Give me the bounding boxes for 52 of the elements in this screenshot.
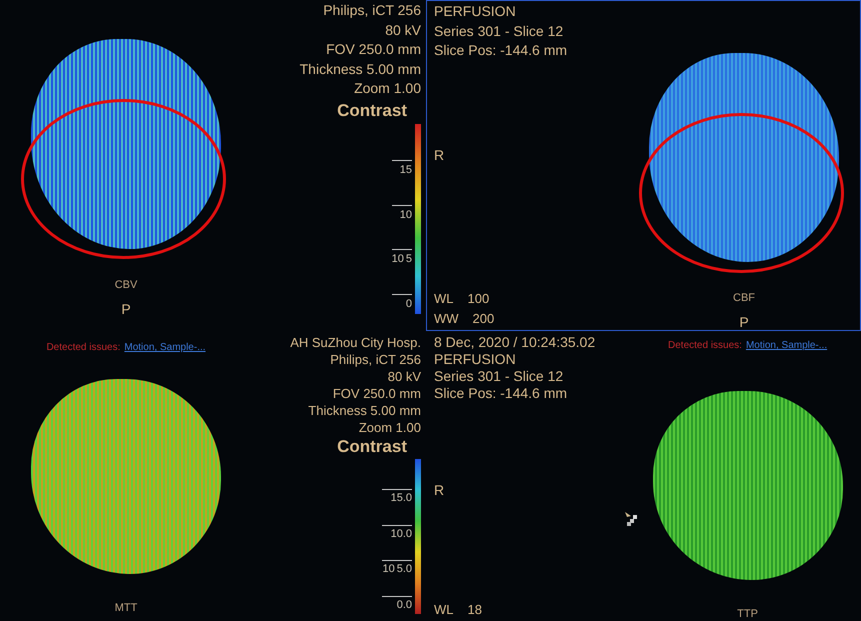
orientation-marker: P: [739, 314, 749, 330]
map-label: MTT: [114, 602, 138, 614]
map-label: TTP: [737, 608, 758, 620]
scale-label: 5.0: [396, 562, 412, 578]
window-value: 100: [468, 290, 490, 308]
orientation-marker: R: [434, 482, 446, 499]
info-text: Thickness 5.00 mm: [308, 402, 421, 419]
info-text: PERFUSION: [434, 2, 517, 21]
window-value: 18: [468, 601, 482, 618]
issues-label: Detected issues:: [668, 340, 742, 351]
scale-label: 15.0: [390, 491, 412, 506]
info-text: 80 kV: [385, 20, 421, 40]
info-text: Slice Pos: -144.6 mm: [434, 385, 568, 402]
scale-label: 0.0: [396, 598, 412, 613]
info-text: Zoom 1.00: [354, 79, 421, 98]
orientation-marker: R: [434, 146, 446, 164]
window-value: 200: [472, 310, 494, 328]
viewport[interactable]: PERFUSION Series 301 - Slice 12 Slice Pos: -144.6 mm R WL 100 WW 200 CBF P: [426, 0, 861, 331]
window-label: WL: [434, 601, 454, 618]
viewport[interactable]: CBV P Philips, iCT 256 80 kV FOV 250.0 mm Thickness 5.00 mm Zoom 1.00 Contrast 15 10 10 5 0: [0, 0, 426, 331]
issues-link[interactable]: Motion, Sample-...: [124, 342, 206, 353]
scale-note: 10: [382, 562, 395, 578]
window-label: WW: [434, 310, 459, 328]
info-text: FOV 250.0 mm: [332, 385, 421, 402]
orientation-marker: P: [121, 301, 131, 317]
info-text: AH SuZhou City Hosp.: [290, 334, 421, 351]
scale-label: 10.0: [390, 526, 412, 542]
issues-label: Detected issues:: [46, 342, 120, 353]
contrast-label: Contrast: [337, 100, 407, 120]
info-text: Philips, iCT 256: [323, 1, 421, 20]
issues-link[interactable]: Motion, Sample-...: [746, 340, 828, 351]
scale-label: 5: [406, 252, 412, 267]
viewport[interactable]: Detected issues: Motion, Sample-... MTT AH SuZhou City Hosp. Philips, iCT 256 80 kV FOV 250.0 mm Thickness 5.00 mm Zoom 1.00 Contrast 15.0 10.0 10 5.0 0.0: [0, 331, 426, 621]
scale-note: 10: [392, 252, 404, 267]
info-text: PERFUSION: [434, 351, 517, 368]
scale-label: 15: [400, 163, 412, 178]
contrast-label: Contrast: [337, 438, 407, 455]
info-text: 8 Dec, 2020 / 10:24:35.02: [434, 334, 596, 351]
window-label: WL: [434, 290, 454, 308]
info-text: Thickness 5.00 mm: [300, 60, 421, 78]
info-text: Slice Pos: -144.6 mm: [434, 41, 568, 60]
info-text: Series 301 - Slice 12: [434, 368, 564, 385]
map-label: CBV: [114, 279, 138, 291]
info-text: 80 kV: [388, 368, 421, 385]
info-text: Series 301 - Slice 12: [434, 22, 564, 40]
scale-label: 10: [400, 208, 412, 222]
info-text: Philips, iCT 256: [330, 351, 421, 368]
scale-label: 0: [406, 296, 412, 312]
info-text: Zoom 1.00: [358, 419, 421, 436]
info-text: FOV 250.0 mm: [326, 40, 421, 59]
viewport[interactable]: 8 Dec, 2020 / 10:24:35.02 PERFUSION Series 301 - Slice 12 Slice Pos: -144.6 mm R WL 18 Detected issues: Motion, Sample-... TTP: [426, 331, 861, 621]
map-label: CBF: [733, 292, 755, 304]
